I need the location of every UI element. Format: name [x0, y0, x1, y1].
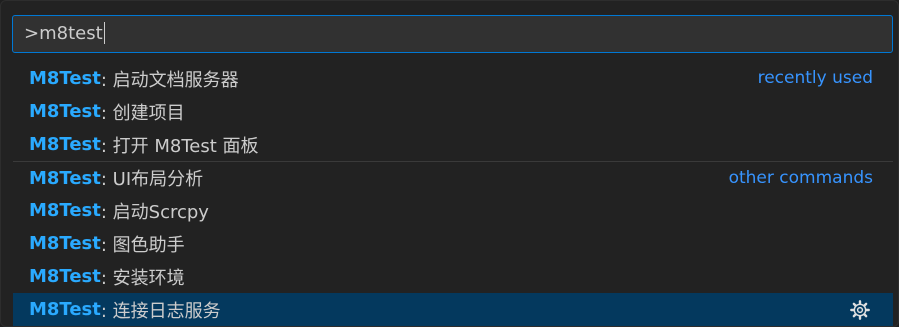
command-label: : 启动Scrcpy [100, 201, 209, 223]
command-label: : 连接日志服务 [100, 300, 221, 322]
command-item-ui-layout-analysis[interactable]: M8Test: UI布局分析 other commands [13, 161, 893, 194]
command-item-open-panel[interactable]: M8Test: 打开 M8Test 面板 [13, 128, 893, 161]
command-prefix: M8Test [29, 68, 101, 89]
group-label-other-commands: other commands [728, 168, 873, 188]
command-item-create-project[interactable]: M8Test: 创建项目 [13, 95, 893, 128]
command-palette: >m8test M8Test: 启动文档服务器 recently used M8… [0, 0, 899, 327]
command-label: : 启动文档服务器 [100, 69, 239, 91]
command-item-connect-log-service[interactable]: M8Test: 连接日志服务 [13, 293, 893, 326]
command-item-start-doc-server[interactable]: M8Test: 启动文档服务器 recently used [13, 62, 893, 95]
command-prefix: M8Test [29, 233, 101, 254]
command-prefix: M8Test [29, 134, 101, 155]
gear-icon[interactable] [849, 299, 871, 321]
command-label: : 图色助手 [100, 234, 185, 256]
command-prefix: M8Test [29, 167, 101, 189]
command-label: : 安装环境 [100, 267, 185, 289]
command-prefix: M8Test [29, 266, 101, 287]
text-caret [103, 22, 105, 44]
command-input-text: >m8test [24, 23, 103, 44]
command-item-color-helper[interactable]: M8Test: 图色助手 [13, 227, 893, 260]
command-label: : 创建项目 [100, 102, 185, 124]
command-prefix: M8Test [29, 101, 101, 122]
command-palette-input[interactable]: >m8test [12, 15, 893, 53]
command-label: : 打开 M8Test 面板 [100, 135, 259, 157]
command-prefix: M8Test [29, 200, 101, 221]
command-prefix: M8Test [29, 299, 101, 320]
command-list: M8Test: 启动文档服务器 recently used M8Test: 创建… [13, 62, 893, 326]
command-label: : UI布局分析 [100, 169, 204, 190]
group-label-recently-used: recently used [757, 68, 873, 88]
command-item-start-scrcpy[interactable]: M8Test: 启动Scrcpy [13, 194, 893, 227]
command-item-install-environment[interactable]: M8Test: 安装环境 [13, 260, 893, 293]
